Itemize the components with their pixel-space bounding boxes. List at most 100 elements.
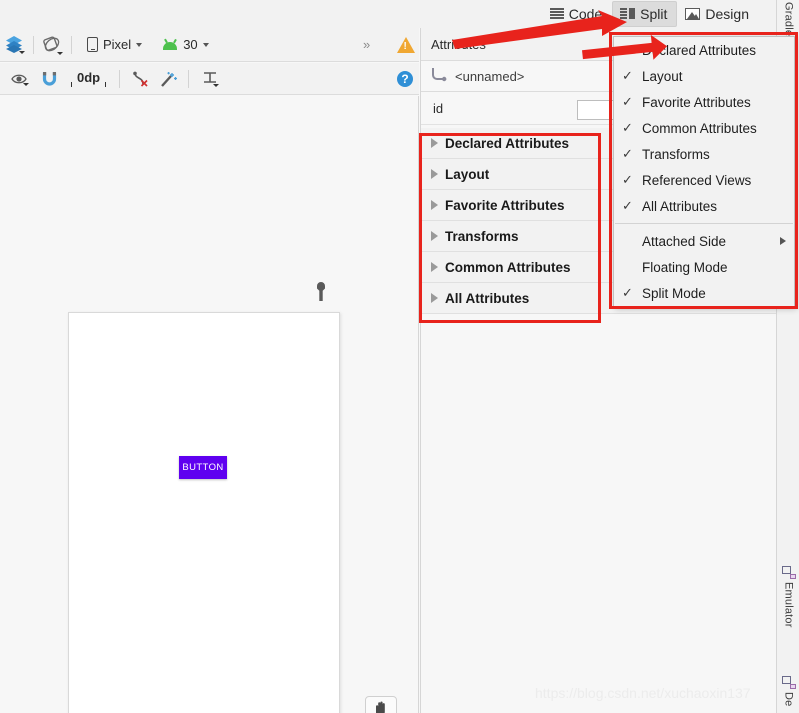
menu-item-layout[interactable]: ✓ Layout xyxy=(614,63,794,89)
check-icon: ✓ xyxy=(622,285,633,300)
chevron-down-icon-2 xyxy=(202,42,209,47)
menu-item-transforms[interactable]: ✓ Transforms xyxy=(614,141,794,167)
code-mode-label: Code xyxy=(568,6,603,22)
code-lines-icon xyxy=(549,7,564,21)
split-mode-label: Split xyxy=(640,6,668,22)
toolbar-divider-2 xyxy=(71,35,72,54)
chevron-right-icon xyxy=(431,138,438,148)
split-view-icon xyxy=(620,7,636,21)
default-margin-value: 0dp xyxy=(71,70,107,87)
editor-mode-bar: Code Split Design xyxy=(0,0,799,28)
device-preview-frame[interactable]: BUTTON xyxy=(68,312,340,713)
design-mode-button[interactable]: Design xyxy=(677,1,759,27)
check-icon: ✓ xyxy=(622,68,633,83)
section-label: Layout xyxy=(445,166,490,182)
menu-item-label: Referenced Views xyxy=(642,172,752,188)
rail-item-gradle[interactable]: Gradle xyxy=(777,2,799,36)
section-label: Common Attributes xyxy=(445,259,571,275)
rotate-orientation-icon xyxy=(43,36,63,55)
device-selector[interactable]: Pixel xyxy=(82,32,147,58)
menu-item-label: Favorite Attributes xyxy=(642,94,751,110)
menu-item-common-attributes[interactable]: ✓ Common Attributes xyxy=(614,115,794,141)
section-label: Favorite Attributes xyxy=(445,197,565,213)
menu-item-all-attributes[interactable]: ✓ All Attributes xyxy=(614,193,794,219)
toolbar-divider-4 xyxy=(188,69,190,88)
help-icon: ? xyxy=(397,70,413,87)
menu-item-label: Attached Side xyxy=(642,233,727,249)
menu-item-label: Layout xyxy=(642,68,683,84)
mode-toggle-group: Code Split Design xyxy=(542,1,759,27)
android-studio-layout-editor: Code Split Design Pixel 30 » ! 0dp ? BUT… xyxy=(0,0,799,713)
layers-button[interactable] xyxy=(0,32,29,58)
menu-item-declared-attributes[interactable]: ✓ Declared Attributes xyxy=(614,37,794,63)
menu-item-label: Declared Attributes xyxy=(642,42,757,58)
chevron-right-icon xyxy=(431,262,438,272)
toolbar-divider-3 xyxy=(119,69,121,88)
check-icon: ✓ xyxy=(622,172,633,187)
submenu-arrow-icon xyxy=(780,237,786,245)
guidelines-button[interactable] xyxy=(197,66,223,92)
menu-item-split-mode[interactable]: ✓ Split Mode xyxy=(614,280,794,306)
toolbar-divider xyxy=(33,35,34,54)
selected-component-name: <unnamed> xyxy=(455,68,525,84)
section-label: Declared Attributes xyxy=(445,135,570,151)
overflow-label: » xyxy=(363,37,370,52)
menu-item-attached-side[interactable]: Attached Side xyxy=(614,228,794,254)
hand-pan-icon xyxy=(373,701,389,713)
chevron-down-icon xyxy=(136,42,143,47)
help-button[interactable]: ? xyxy=(392,66,418,92)
phone-icon xyxy=(87,37,98,52)
canvas-controls: + − xyxy=(365,696,397,713)
chevron-right-icon xyxy=(431,169,438,179)
api-label: 30 xyxy=(183,37,198,52)
menu-separator xyxy=(615,223,793,224)
chevron-right-icon xyxy=(431,231,438,241)
api-selector[interactable]: 30 xyxy=(157,32,213,58)
button-widget[interactable]: BUTTON xyxy=(179,456,227,479)
default-margin-button[interactable]: 0dp xyxy=(66,66,111,92)
clear-constraints-icon xyxy=(132,71,150,87)
device-manager-icon xyxy=(781,676,796,689)
chevron-right-icon xyxy=(431,200,438,210)
check-icon: ✓ xyxy=(622,42,633,57)
attributes-options-menu: ✓ Declared Attributes ✓ Layout ✓ Favorit… xyxy=(613,36,795,307)
menu-item-label: Transforms xyxy=(642,146,710,162)
rail-item-label: Gradle xyxy=(782,2,795,37)
rail-item-device-manager[interactable]: De xyxy=(777,676,799,706)
check-icon: ✓ xyxy=(622,94,633,109)
wrench-icon[interactable] xyxy=(314,282,328,307)
menu-item-referenced-views[interactable]: ✓ Referenced Views xyxy=(614,167,794,193)
visibility-button[interactable] xyxy=(6,66,33,92)
design-canvas[interactable]: BUTTON + − xyxy=(0,96,419,713)
rail-item-label: De xyxy=(782,692,795,707)
rail-item-emulator[interactable]: Emulator xyxy=(777,566,799,628)
menu-item-label: Split Mode xyxy=(642,285,706,301)
design-mode-label: Design xyxy=(705,6,749,22)
menu-item-label: Common Attributes xyxy=(642,120,757,136)
warnings-button[interactable] xyxy=(392,32,420,58)
chevron-right-icon xyxy=(431,293,438,303)
guidelines-icon xyxy=(202,71,220,87)
id-label: id xyxy=(433,100,444,116)
menu-item-label: All Attributes xyxy=(642,198,718,214)
menu-item-floating-mode[interactable]: Floating Mode xyxy=(614,254,794,280)
autoconnect-button[interactable] xyxy=(37,66,62,92)
infer-constraints-button[interactable] xyxy=(155,66,183,92)
split-mode-button[interactable]: Split xyxy=(612,1,678,27)
magnet-icon xyxy=(42,71,57,86)
code-mode-button[interactable]: Code xyxy=(542,1,612,27)
pan-tool-button[interactable] xyxy=(365,696,397,713)
menu-item-favorite-attributes[interactable]: ✓ Favorite Attributes xyxy=(614,89,794,115)
section-label: All Attributes xyxy=(445,290,530,306)
check-icon: ✓ xyxy=(622,120,633,135)
constraint-icon xyxy=(431,67,447,85)
design-toolbar-row-2: 0dp ? xyxy=(0,63,419,95)
orientation-button[interactable] xyxy=(38,32,67,58)
rail-item-label: Emulator xyxy=(782,582,795,628)
toolbar-overflow-button[interactable]: » xyxy=(358,32,374,58)
emulator-icon xyxy=(781,566,796,579)
watermark-text: https://blog.csdn.net/xuchaoxin137 xyxy=(535,685,751,701)
check-icon: ✓ xyxy=(622,146,633,161)
design-image-icon xyxy=(685,8,701,20)
clear-constraints-button[interactable] xyxy=(127,66,155,92)
